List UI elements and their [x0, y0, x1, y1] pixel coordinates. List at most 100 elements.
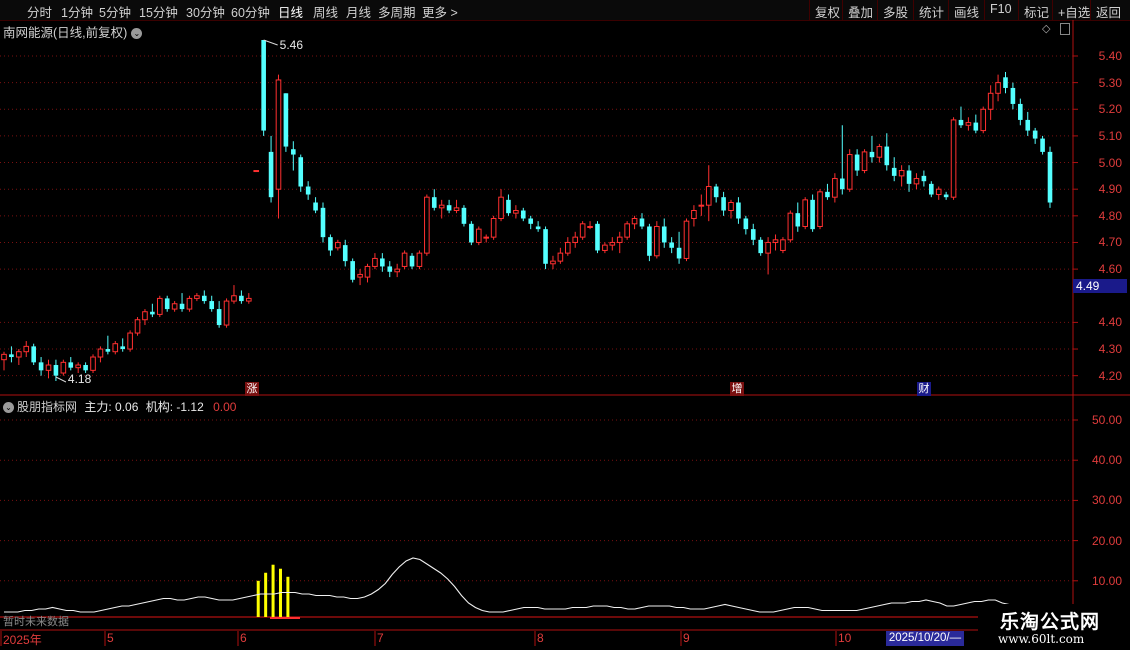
candle-body: [401, 252, 408, 267]
candle-body: [23, 345, 30, 353]
stock-title: 南网能源(日线,前复权) ⌄: [3, 22, 143, 41]
candle-body: [579, 223, 586, 238]
date-label: 7: [377, 631, 384, 645]
candle-body: [1032, 130, 1038, 139]
candle-body: [75, 364, 81, 369]
candle-body: [647, 226, 652, 256]
candle-body: [150, 311, 155, 315]
candle-body: [209, 301, 215, 310]
extra-value: 0.00: [213, 400, 237, 414]
event-marker[interactable]: 增: [730, 382, 744, 396]
current-price-tag: 4.49: [1073, 279, 1127, 293]
main-force-line: [4, 557, 1030, 613]
candle-body: [839, 178, 845, 190]
candle-body: [45, 364, 52, 371]
candle-body: [461, 207, 467, 224]
candle-body: [921, 175, 927, 182]
candle-body: [825, 191, 830, 198]
price-tick-label: 5.10: [1098, 128, 1122, 143]
candle-body: [765, 241, 771, 254]
candle-body: [483, 236, 489, 239]
candle-body: [780, 239, 786, 251]
date-label: 5: [107, 631, 114, 645]
candle-body: [846, 154, 853, 190]
watermark-title: 乐淘公式网: [1000, 612, 1101, 633]
low-pointer: [55, 376, 67, 383]
panel-toggle-icon[interactable]: [1060, 23, 1070, 35]
candle-body: [810, 199, 815, 230]
event-marker[interactable]: 涨: [245, 382, 259, 396]
candle-body: [179, 303, 185, 310]
candle-body: [134, 319, 141, 334]
candle-body: [380, 258, 385, 267]
candle-body: [342, 245, 348, 262]
candle-body: [90, 356, 96, 371]
candle-body: [698, 204, 705, 207]
candle-body: [320, 207, 326, 238]
candle-body: [506, 199, 511, 214]
candle-body: [713, 186, 719, 198]
watermark-url: www.60lt.com: [998, 632, 1085, 646]
candle-body: [528, 218, 534, 224]
candle-body: [112, 343, 119, 353]
candle-body: [372, 257, 378, 267]
candle-body: [275, 79, 282, 190]
candle-body: [216, 309, 222, 326]
candle-body: [817, 191, 823, 227]
date-label: 9: [683, 631, 690, 645]
low-price-label: 4.18: [68, 372, 92, 386]
candle-body: [913, 178, 920, 185]
no-data-text: 暂时未来数据: [3, 616, 69, 628]
kline-chart[interactable]: 5.46 4.18: [0, 0, 1130, 650]
date-label: 8: [537, 631, 544, 645]
candle-body: [876, 146, 883, 158]
price-tick-label: 4.90: [1098, 182, 1122, 197]
price-tick-label: 5.20: [1098, 102, 1122, 117]
high-price-label: 5.46: [280, 38, 304, 52]
candle-body: [1018, 103, 1023, 120]
chevron-down-icon[interactable]: ⌄: [131, 28, 143, 40]
candle-body: [424, 196, 430, 254]
candle-body: [350, 261, 355, 280]
diamond-icon[interactable]: ◇: [1042, 22, 1050, 35]
date-label: 6: [240, 631, 247, 645]
date-label: 2025年: [3, 633, 42, 647]
price-tick-label: 5.40: [1098, 48, 1122, 63]
candle-body: [736, 202, 741, 219]
candle-body: [772, 239, 779, 243]
candle-body: [758, 239, 763, 254]
indicator-name[interactable]: 股朋指标网: [17, 400, 77, 414]
candle-body: [194, 295, 200, 299]
candle-body: [223, 300, 230, 326]
indicator-tick-label: 20.00: [1091, 533, 1122, 548]
candle-body: [557, 252, 564, 262]
candle-body: [291, 149, 296, 155]
chevron-down-icon[interactable]: ⌄: [3, 402, 14, 414]
candle-body: [950, 119, 957, 198]
candle-body: [639, 218, 645, 227]
candle-body: [624, 223, 630, 238]
candle-body: [409, 255, 415, 267]
candle-body: [631, 217, 638, 225]
candle-body: [980, 108, 987, 132]
indicator-tick-label: 30.00: [1091, 493, 1122, 508]
candle-body: [616, 236, 623, 243]
candle-body: [313, 202, 318, 211]
candle-body: [565, 241, 571, 254]
candle-body: [787, 212, 794, 241]
candle-body: [795, 213, 801, 227]
candle-body: [498, 196, 504, 219]
price-tick-label: 4.70: [1098, 235, 1122, 250]
candle-body: [164, 298, 170, 310]
candle-body: [520, 210, 526, 219]
candle-body: [728, 202, 734, 211]
candle-body: [298, 157, 304, 187]
event-marker[interactable]: 财: [917, 382, 931, 396]
candle-body: [305, 186, 311, 195]
candle-body: [987, 92, 994, 110]
candle-body: [364, 265, 371, 278]
candle-body: [142, 311, 148, 321]
candle-body: [705, 186, 712, 206]
candle-body: [595, 223, 600, 251]
candle-body: [431, 197, 437, 208]
